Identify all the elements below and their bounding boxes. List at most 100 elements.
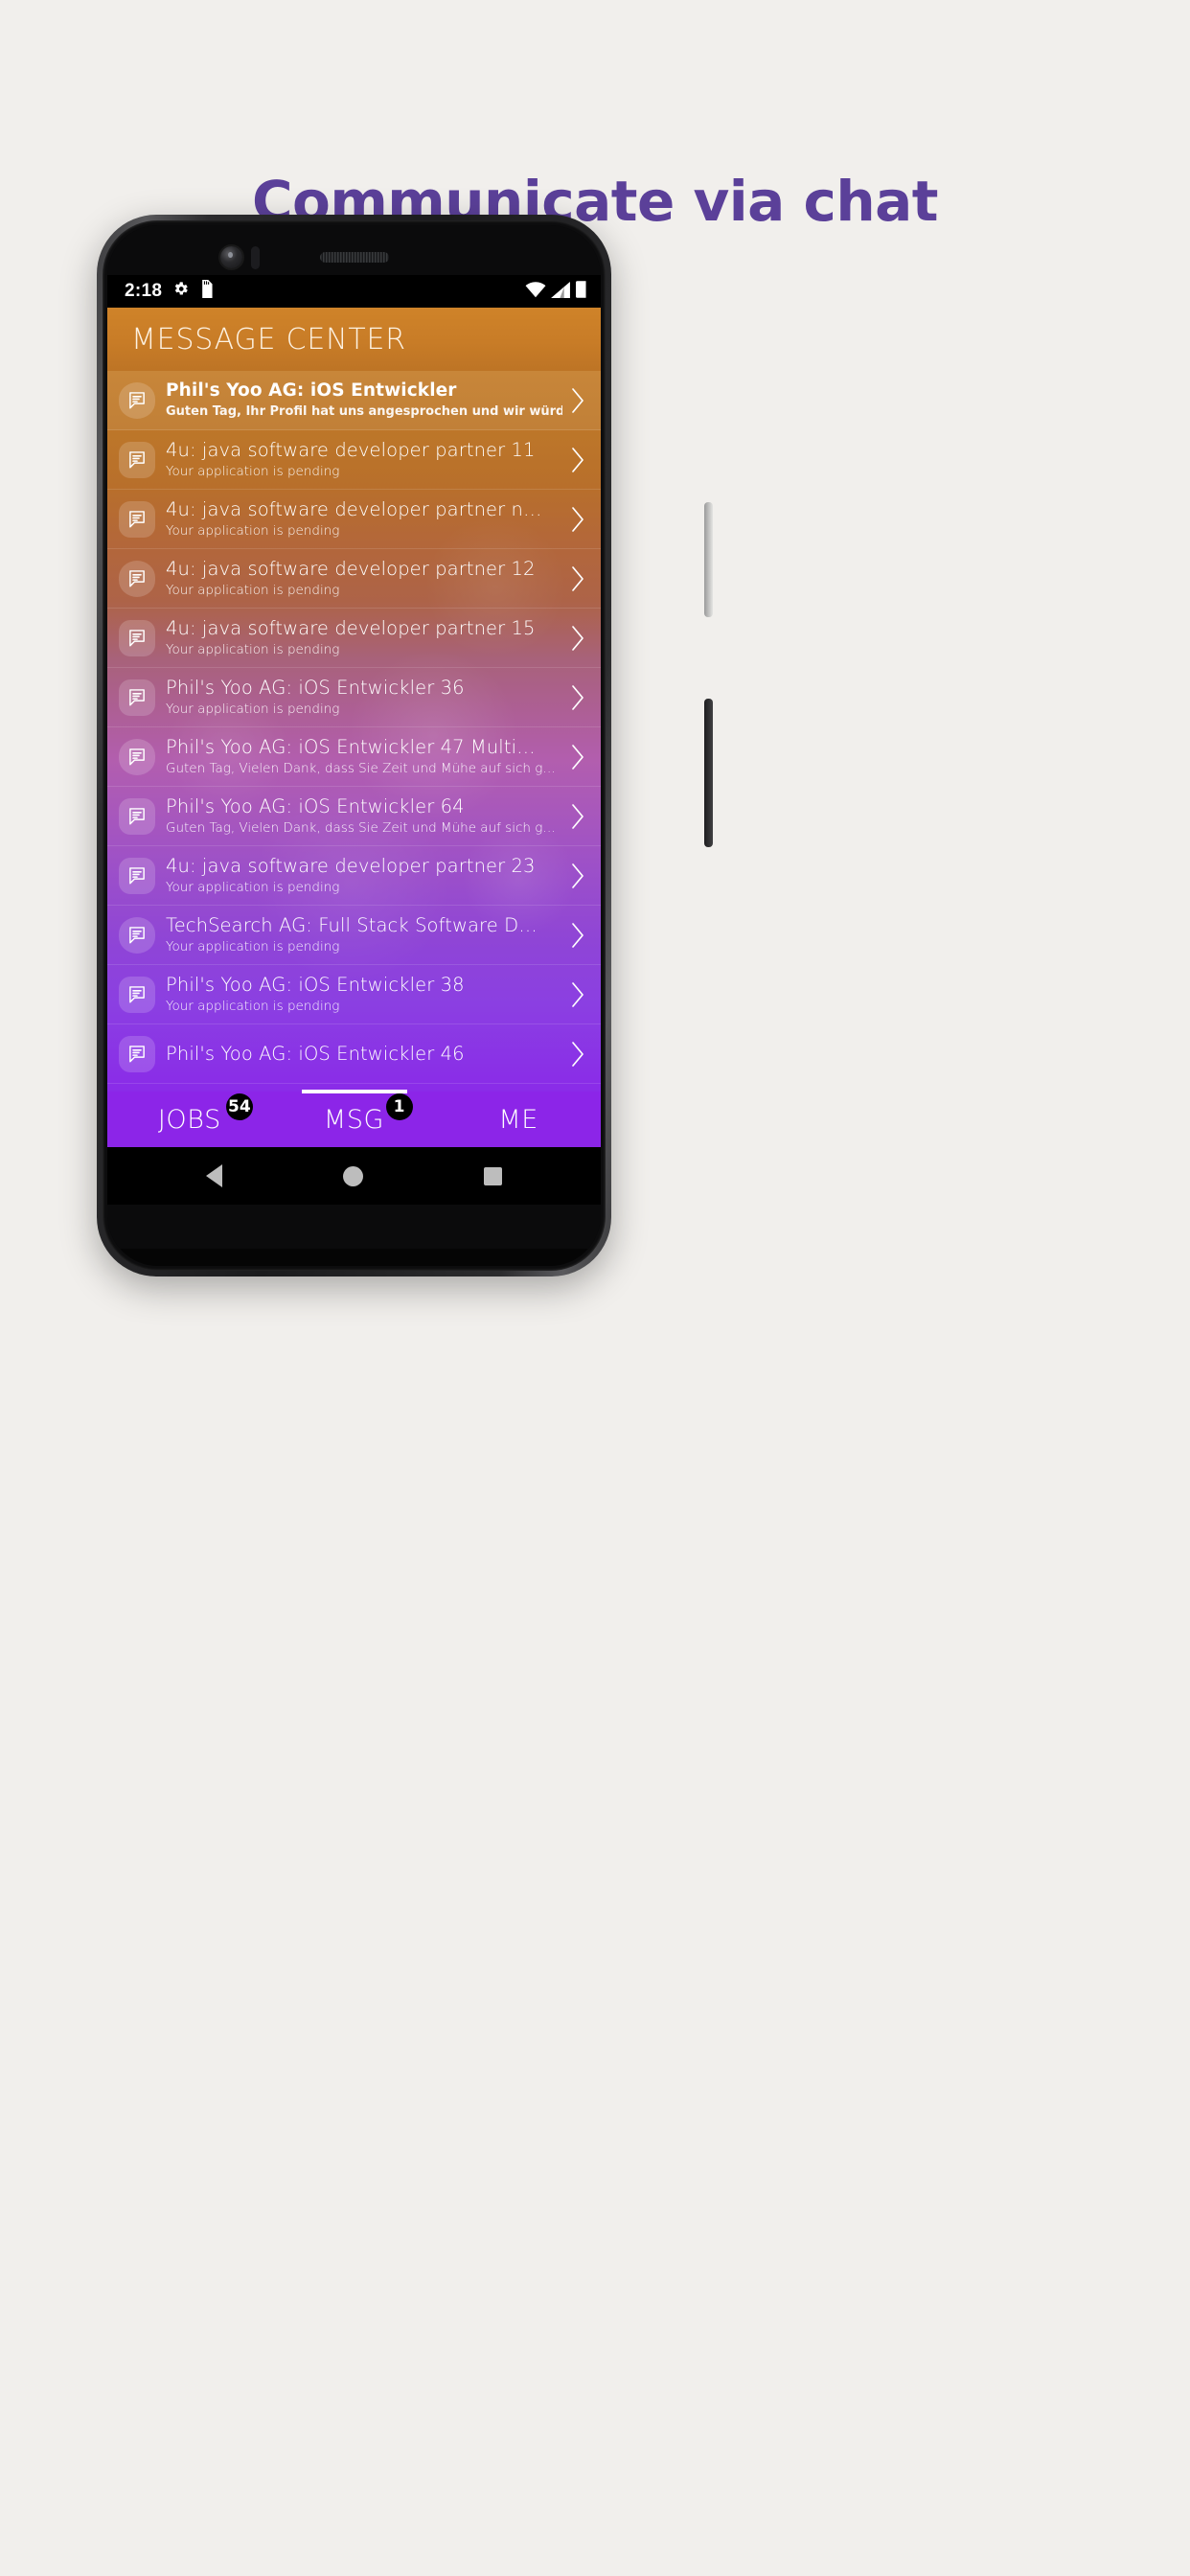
- tab-badge-count: 54: [225, 1093, 253, 1120]
- message-title: Phil's Yoo AG: iOS Entwickler 46: [166, 1042, 465, 1065]
- message-title: Phil's Yoo AG: iOS Entwickler 38: [166, 974, 465, 996]
- chevron-right-icon[interactable]: [568, 862, 587, 890]
- message-preview: Your application is pending: [166, 641, 340, 657]
- message-list-item[interactable]: 4u: java software developer partner 23 Yo…: [107, 846, 601, 906]
- message-text-block: Phil's Yoo AG: iOS Entwickler 64 Guten Ta…: [160, 795, 568, 837]
- chat-bubble-icon: [119, 381, 155, 419]
- tab-jobs[interactable]: JOBS 54: [107, 1092, 272, 1147]
- volume-rocker-button[interactable]: [704, 699, 713, 847]
- message-list-item[interactable]: 4u: java software developer partner n… Yo…: [107, 490, 601, 549]
- tab-me[interactable]: ME: [436, 1092, 601, 1147]
- tab-label: MSG: [323, 1104, 385, 1135]
- message-text-block: 4u: java software developer partner 15 Yo…: [160, 617, 568, 658]
- message-title: Phil's Yoo AG: iOS Entwickler 47 Multi…: [166, 736, 536, 758]
- message-text-block: Phil's Yoo AG: iOS Entwickler 46: [160, 1043, 568, 1066]
- promo-screenshot: Communicate via chat 2:18 MESSAGE CENTER…: [0, 0, 1190, 2576]
- message-text-block: 4u: java software developer partner 23 Yo…: [160, 855, 568, 896]
- message-text-block: Phil's Yoo AG: iOS Entwickler Guten Tag, …: [160, 380, 568, 420]
- bottom-tab-bar[interactable]: JOBS 54 MSG 1 ME: [107, 1090, 601, 1147]
- message-list-item[interactable]: Phil's Yoo AG: iOS Entwickler 47 Multi… G…: [107, 727, 601, 787]
- back-triangle-icon[interactable]: [206, 1164, 222, 1187]
- tab-msg[interactable]: MSG 1: [272, 1090, 437, 1147]
- message-preview: Your application is pending: [166, 582, 340, 598]
- message-text-block: Phil's Yoo AG: iOS Entwickler 47 Multi… G…: [160, 736, 568, 777]
- message-list-item[interactable]: Phil's Yoo AG: iOS Entwickler 38 Your app…: [107, 965, 601, 1024]
- chevron-right-icon[interactable]: [568, 1040, 587, 1069]
- status-bar-right-group: [525, 280, 587, 303]
- message-title: 4u: java software developer partner 15: [166, 617, 536, 639]
- message-preview: Your application is pending: [166, 879, 340, 895]
- top-bezel: [107, 225, 601, 275]
- chat-bubble-icon: [119, 678, 155, 716]
- tab-label: JOBS: [157, 1104, 221, 1135]
- message-list-item[interactable]: Phil's Yoo AG: iOS Entwickler Guten Tag, …: [107, 371, 601, 430]
- message-list-item[interactable]: TechSearch AG: Full Stack Software D… You…: [107, 906, 601, 965]
- message-title: Phil's Yoo AG: iOS Entwickler: [166, 380, 457, 401]
- tab-label: ME: [498, 1104, 538, 1135]
- message-text-block: 4u: java software developer partner 12 Yo…: [160, 558, 568, 599]
- cellular-signal-icon: [551, 281, 571, 303]
- message-title: Phil's Yoo AG: iOS Entwickler 36: [166, 677, 465, 699]
- chevron-right-icon[interactable]: [568, 802, 587, 831]
- chevron-right-icon[interactable]: [568, 624, 587, 653]
- chat-bubble-icon: [119, 976, 155, 1013]
- page-title: MESSAGE CENTER: [131, 322, 406, 356]
- android-navigation-bar[interactable]: [107, 1147, 601, 1205]
- tab-badge-count: 1: [385, 1093, 413, 1120]
- chevron-right-icon[interactable]: [568, 980, 587, 1009]
- message-list-item[interactable]: Phil's Yoo AG: iOS Entwickler 64 Guten Ta…: [107, 787, 601, 846]
- message-list-item[interactable]: 4u: java software developer partner 15 Yo…: [107, 609, 601, 668]
- message-list-item[interactable]: Phil's Yoo AG: iOS Entwickler 46: [107, 1024, 601, 1084]
- sd-card-icon: [199, 280, 214, 303]
- chat-bubble-icon: [119, 500, 155, 538]
- proximity-sensor-icon: [251, 246, 260, 269]
- message-title: 4u: java software developer partner n…: [166, 498, 542, 520]
- chevron-right-icon[interactable]: [568, 505, 587, 534]
- front-camera-icon: [220, 246, 242, 268]
- message-text-block: 4u: java software developer partner n… Yo…: [160, 498, 568, 540]
- chevron-right-icon[interactable]: [568, 386, 587, 415]
- message-title: Phil's Yoo AG: iOS Entwickler 64: [166, 795, 465, 817]
- chevron-right-icon[interactable]: [568, 743, 587, 771]
- message-preview: Guten Tag, Vielen Dank, dass Sie Zeit un…: [166, 760, 556, 776]
- power-button[interactable]: [704, 502, 713, 617]
- gear-icon: [172, 280, 190, 303]
- chat-bubble-icon: [119, 1035, 155, 1072]
- bottom-bezel: [107, 1205, 601, 1249]
- message-preview: Your application is pending: [166, 522, 340, 539]
- message-preview: Your application is pending: [166, 701, 340, 717]
- phone-device-frame: 2:18 MESSAGE CENTER Phil's Yoo AG: iOS E…: [97, 215, 713, 1276]
- chevron-right-icon[interactable]: [568, 446, 587, 474]
- battery-icon: [576, 280, 587, 303]
- phone-inner-bezel: 2:18 MESSAGE CENTER Phil's Yoo AG: iOS E…: [103, 220, 606, 1271]
- status-bar-left-group: 2:18: [125, 280, 214, 303]
- home-circle-icon[interactable]: [343, 1165, 363, 1186]
- chat-bubble-icon: [119, 738, 155, 775]
- recents-square-icon[interactable]: [484, 1166, 502, 1185]
- chevron-right-icon[interactable]: [568, 564, 587, 593]
- message-list-item[interactable]: 4u: java software developer partner 11 Yo…: [107, 430, 601, 490]
- message-text-block: Phil's Yoo AG: iOS Entwickler 38 Your app…: [160, 974, 568, 1015]
- wifi-icon: [525, 281, 546, 303]
- chat-bubble-icon: [119, 441, 155, 478]
- chat-bubble-icon: [119, 916, 155, 954]
- chevron-right-icon[interactable]: [568, 683, 587, 712]
- message-list-item[interactable]: 4u: java software developer partner 12 Yo…: [107, 549, 601, 609]
- active-tab-indicator: [301, 1090, 407, 1093]
- message-list-item[interactable]: Phil's Yoo AG: iOS Entwickler 36 Your app…: [107, 668, 601, 727]
- message-preview: Your application is pending: [166, 463, 340, 479]
- android-status-bar: 2:18: [107, 275, 601, 308]
- chat-bubble-icon: [119, 560, 155, 597]
- status-bar-clock: 2:18: [125, 281, 163, 301]
- message-title: 4u: java software developer partner 11: [166, 439, 536, 461]
- message-list[interactable]: Phil's Yoo AG: iOS Entwickler Guten Tag, …: [107, 371, 601, 1092]
- app-header-bar: MESSAGE CENTER: [107, 308, 601, 371]
- message-title: TechSearch AG: Full Stack Software D…: [166, 914, 538, 936]
- message-title: 4u: java software developer partner 12: [166, 558, 536, 580]
- message-preview: Guten Tag, Vielen Dank, dass Sie Zeit un…: [166, 819, 556, 836]
- camera-lens-glint: [228, 252, 233, 258]
- chat-bubble-icon: [119, 797, 155, 835]
- message-preview: Your application is pending: [166, 998, 340, 1014]
- chevron-right-icon[interactable]: [568, 921, 587, 950]
- message-preview: Your application is pending: [166, 938, 340, 954]
